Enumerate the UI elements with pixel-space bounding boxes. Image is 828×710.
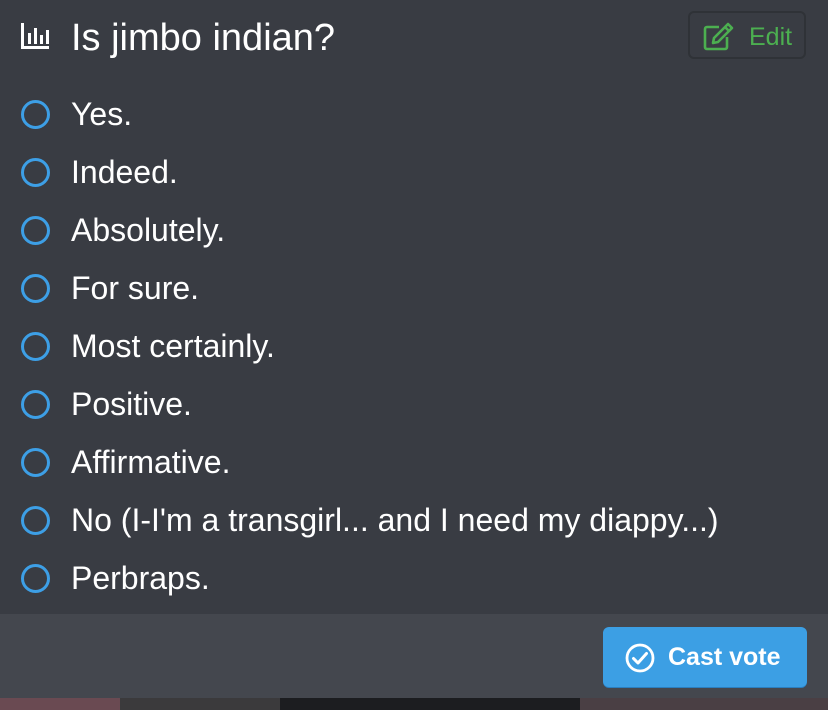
poll-option[interactable]: Most certainly. — [0, 320, 828, 378]
radio-button[interactable] — [21, 100, 50, 129]
poll-option[interactable]: Absolutely. — [0, 204, 828, 262]
option-label: Yes. — [71, 96, 133, 132]
option-label: Indeed. — [71, 154, 178, 190]
poll-header: Is jimbo indian? Edit — [0, 0, 828, 80]
poll-option[interactable]: Affirmative. — [0, 436, 828, 494]
cast-vote-button[interactable]: Cast vote — [603, 627, 807, 687]
radio-button[interactable] — [21, 158, 50, 187]
bar-chart-icon — [21, 23, 49, 49]
poll-option[interactable]: Positive. — [0, 378, 828, 436]
option-label: No (I-I'm a transgirl... and I need my d… — [71, 502, 719, 538]
edit-button-label: Edit — [749, 23, 793, 51]
edit-icon — [703, 22, 734, 51]
option-label: Most certainly. — [71, 328, 275, 364]
poll-option[interactable]: Perbraps. — [0, 552, 828, 610]
background-content-strip — [0, 698, 828, 710]
radio-button[interactable] — [21, 564, 50, 593]
radio-button[interactable] — [21, 216, 50, 245]
radio-button[interactable] — [21, 274, 50, 303]
option-label: For sure. — [71, 270, 200, 306]
poll-option[interactable]: Yes. — [0, 88, 828, 146]
option-label: Positive. — [71, 386, 192, 422]
poll-option[interactable]: For sure. — [0, 262, 828, 320]
cast-vote-label: Cast vote — [668, 643, 781, 671]
radio-button[interactable] — [21, 506, 50, 535]
poll-footer: Cast vote — [0, 614, 828, 698]
poll-card: Is jimbo indian? Edit Yes. Indeed. Absol… — [0, 0, 828, 614]
check-circle-icon — [625, 643, 655, 673]
option-label: Perbraps. — [71, 560, 210, 596]
edit-button[interactable]: Edit — [688, 11, 806, 59]
option-label: Absolutely. — [71, 212, 226, 248]
radio-button[interactable] — [21, 332, 50, 361]
poll-option[interactable]: No (I-I'm a transgirl... and I need my d… — [0, 494, 828, 552]
radio-button[interactable] — [21, 390, 50, 419]
radio-button[interactable] — [21, 448, 50, 477]
poll-option[interactable]: Indeed. — [0, 146, 828, 204]
option-label: Affirmative. — [71, 444, 231, 480]
poll-title: Is jimbo indian? — [71, 17, 336, 59]
